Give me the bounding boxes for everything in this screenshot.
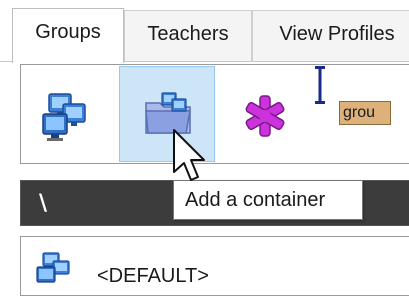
tab-groups[interactable]: Groups [12,8,124,63]
tab-view-profiles[interactable]: View Profiles [252,10,409,61]
list-item[interactable]: <DEFAULT> [31,251,391,291]
tooltip: Add a container [173,180,363,220]
add-container-button[interactable] [119,66,215,162]
add-group-button[interactable] [21,66,117,162]
computer-group-icon [42,93,86,141]
add-special-button[interactable] [217,66,313,162]
group-list: <DEFAULT> [20,236,409,296]
container-folder-icon [145,92,191,134]
rename-button[interactable]: grou [315,66,409,162]
text-cursor-icon [315,66,325,104]
tab-bar: Groups Teachers View Profiles [0,0,409,63]
computer-group-icon [36,252,70,283]
asterisk-icon [245,95,285,137]
current-path: \ [39,191,48,216]
tab-teachers[interactable]: Teachers [124,10,252,61]
toolbar: grou [20,64,409,164]
rename-text-box: grou [339,101,391,125]
list-item-label: <DEFAULT> [97,265,209,287]
